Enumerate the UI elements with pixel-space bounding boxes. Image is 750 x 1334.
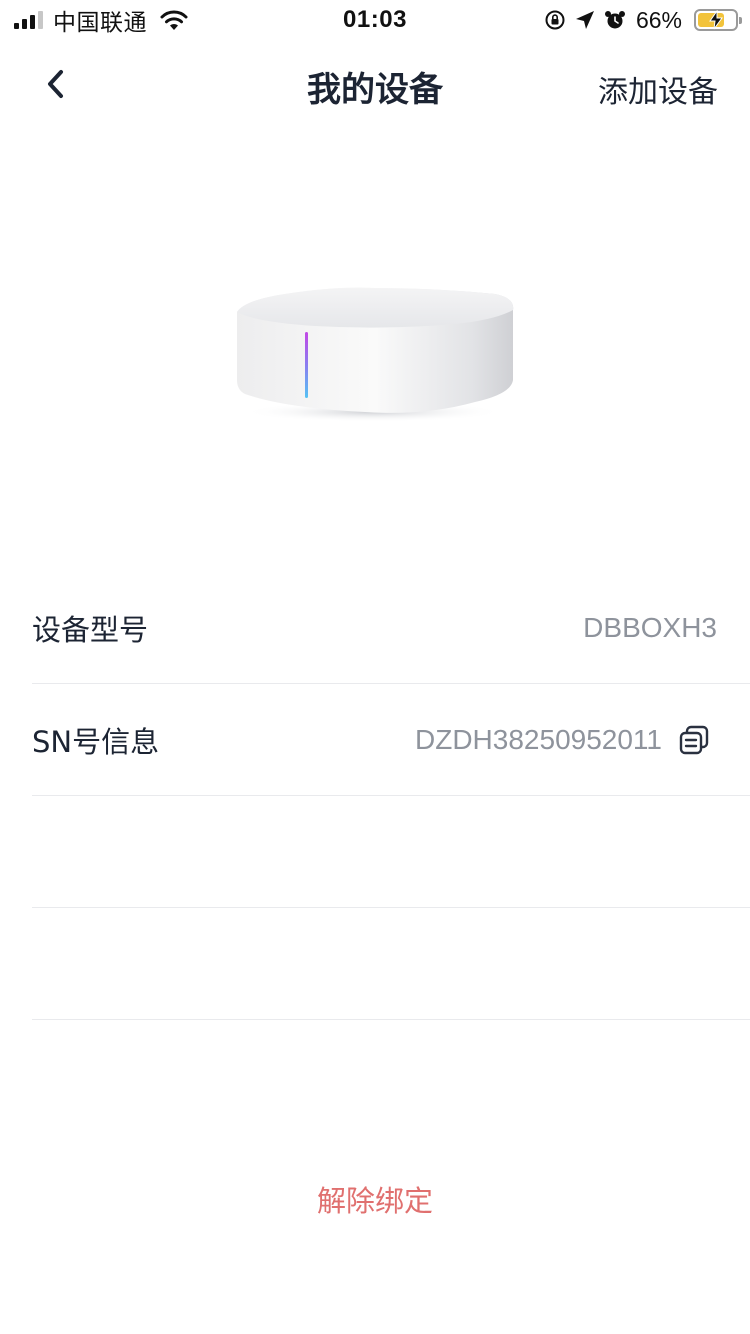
unbind-button[interactable]: 解除绑定 xyxy=(0,1178,750,1220)
status-bar-right: 66% xyxy=(544,6,742,34)
sn-value: DZDH38250952011 xyxy=(415,723,662,755)
sn-value-group: DZDH38250952011 xyxy=(415,724,710,756)
status-bar: 中国联通 01:03 66% xyxy=(0,0,750,40)
empty-row-2 xyxy=(32,908,750,1020)
alarm-icon xyxy=(604,11,625,29)
add-device-button[interactable]: 添加设备 xyxy=(598,67,718,111)
nav-bar: 我的设备 添加设备 xyxy=(0,44,750,124)
model-row: 设备型号 DBBOXH3 xyxy=(32,572,750,684)
sn-label: SN号信息 xyxy=(32,724,160,759)
battery-percent: 66% xyxy=(635,6,682,33)
location-icon xyxy=(575,11,594,29)
device-image xyxy=(225,280,525,430)
battery-charging-icon xyxy=(694,9,742,31)
device-info-list: 设备型号 DBBOXH3 SN号信息 DZDH38250952011 xyxy=(32,572,750,1020)
device-detail-page: 中国联通 01:03 66% 我的设备 添加设备 设备型号 DBBOXH3 SN… xyxy=(0,0,750,1334)
model-label: 设备型号 xyxy=(32,612,149,647)
copy-icon[interactable] xyxy=(678,724,710,756)
sn-row: SN号信息 DZDH38250952011 xyxy=(32,684,750,796)
model-value: DBBOXH3 xyxy=(583,611,717,643)
empty-row-1 xyxy=(32,796,750,908)
orientation-lock-icon xyxy=(545,10,565,30)
